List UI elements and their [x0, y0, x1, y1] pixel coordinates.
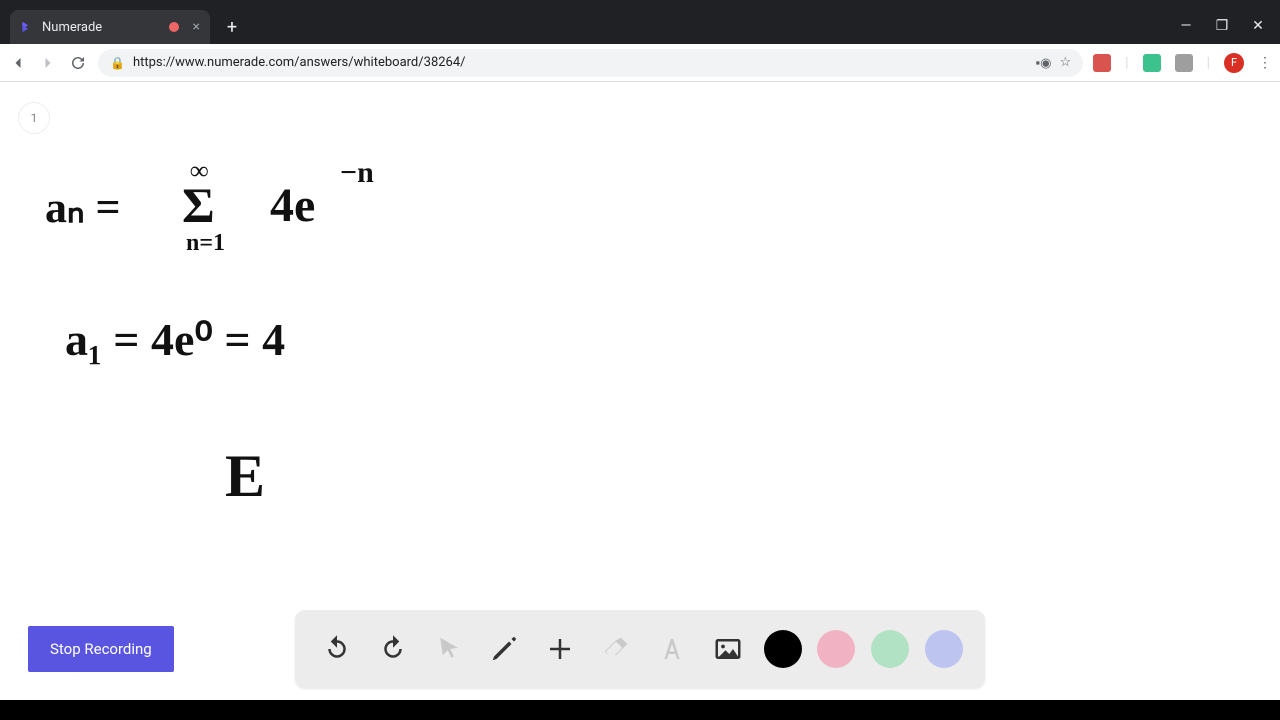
browser-menu-icon[interactable]: ⋮: [1258, 55, 1272, 71]
undo-icon[interactable]: [317, 629, 357, 669]
nav-back-icon[interactable]: [8, 53, 28, 73]
handwriting-line-1-lhs: aₙ =: [45, 182, 121, 233]
extension-icon[interactable]: [1093, 54, 1111, 72]
handwriting-sum-sigma: Σ: [182, 176, 215, 234]
extension-icon[interactable]: [1143, 54, 1161, 72]
redo-icon[interactable]: [373, 629, 413, 669]
handwriting-line-2: a₁ = 4e⁰ = 4: [65, 312, 285, 366]
browser-toolbar: 🔒 https://www.numerade.com/answers/white…: [0, 44, 1280, 82]
window-maximize-icon[interactable]: ❐: [1214, 18, 1230, 34]
camera-icon[interactable]: ▪◉: [1036, 55, 1052, 71]
bookmark-star-icon[interactable]: ☆: [1060, 55, 1072, 70]
color-swatch-black[interactable]: [764, 630, 802, 668]
address-bar[interactable]: 🔒 https://www.numerade.com/answers/white…: [98, 49, 1083, 77]
pointer-icon[interactable]: [429, 629, 469, 669]
handwriting-sum-bottom: n=1: [186, 230, 225, 257]
tab-title: Numerade: [42, 20, 102, 35]
extension-icon[interactable]: [1175, 54, 1193, 72]
lock-icon: 🔒: [110, 56, 125, 70]
text-icon[interactable]: [652, 629, 692, 669]
whiteboard-canvas[interactable]: 1 aₙ = ∞ Σ n=1 4e −n a₁ = 4e⁰ = 4 E Stop…: [0, 82, 1280, 700]
browser-tabstrip: Numerade × + — ❐ ✕: [0, 0, 1280, 44]
extension-icons: | | F ⋮: [1093, 53, 1272, 73]
stop-recording-button[interactable]: Stop Recording: [28, 626, 174, 672]
handwriting-line-1-rhs: 4e: [270, 178, 315, 233]
page-number-badge[interactable]: 1: [18, 102, 50, 134]
color-swatch-pink[interactable]: [817, 630, 855, 668]
color-swatch-blue[interactable]: [925, 630, 963, 668]
pen-icon[interactable]: [484, 629, 524, 669]
window-minimize-icon[interactable]: —: [1178, 18, 1194, 34]
letterbox-bottom: [0, 700, 1280, 720]
handwriting-line-3: E: [225, 442, 265, 511]
browser-tab[interactable]: Numerade ×: [10, 10, 210, 44]
extension-divider: |: [1125, 55, 1128, 71]
tab-favicon: [20, 20, 34, 34]
profile-avatar[interactable]: F: [1224, 53, 1244, 73]
whiteboard-toolbar: [295, 610, 985, 688]
tab-close-icon[interactable]: ×: [193, 19, 200, 35]
window-controls: — ❐ ✕: [1178, 18, 1280, 44]
recording-indicator-icon: [169, 22, 179, 32]
handwriting-line-1-exp: −n: [340, 156, 374, 190]
nav-forward-icon: [38, 53, 58, 73]
add-icon[interactable]: [540, 629, 580, 669]
url-text: https://www.numerade.com/answers/whitebo…: [133, 55, 1028, 70]
color-swatch-green[interactable]: [871, 630, 909, 668]
new-tab-button[interactable]: +: [218, 13, 246, 41]
nav-reload-icon[interactable]: [68, 53, 88, 73]
window-close-icon[interactable]: ✕: [1250, 18, 1266, 34]
extension-divider: |: [1207, 55, 1210, 71]
eraser-icon[interactable]: [596, 629, 636, 669]
image-icon[interactable]: [708, 629, 748, 669]
